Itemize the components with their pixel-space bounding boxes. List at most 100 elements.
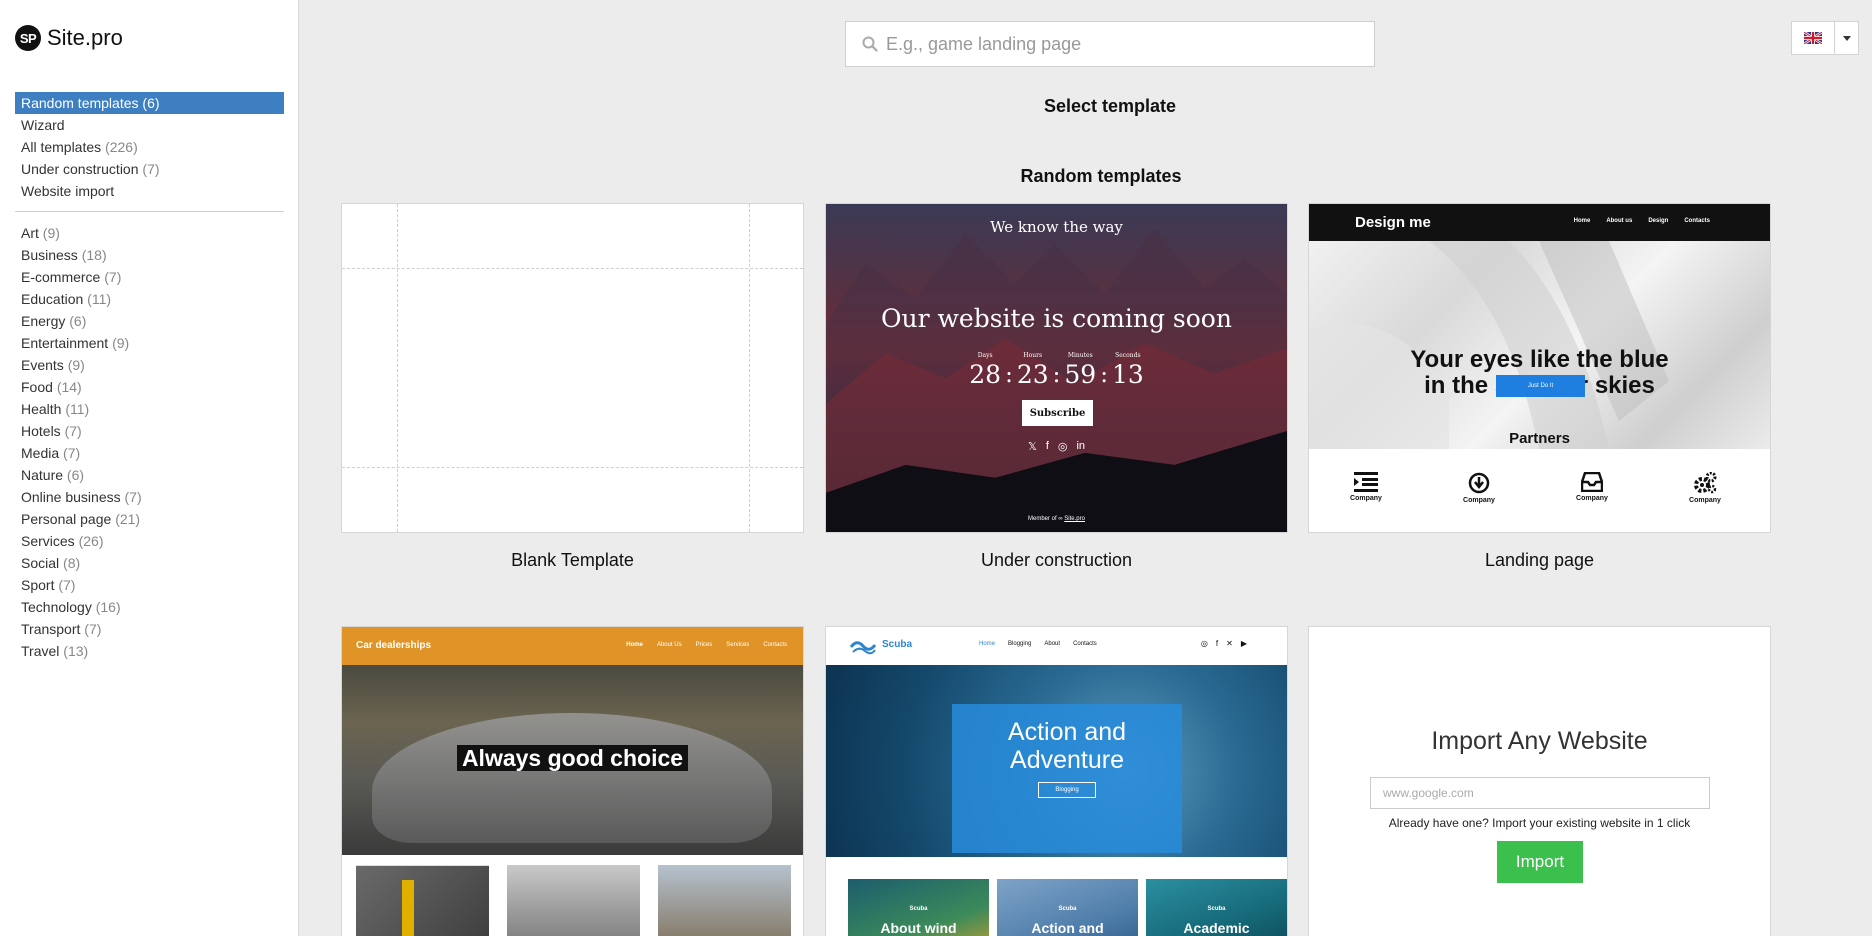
category-item-media[interactable]: Media (7) <box>15 442 284 464</box>
scuba-nav-item: Contacts <box>1073 641 1097 647</box>
search-input[interactable] <box>886 22 1366 66</box>
category-item-e-commerce[interactable]: E-commerce (7) <box>15 266 284 288</box>
category-item-energy[interactable]: Energy (6) <box>15 310 284 332</box>
category-count: (7) <box>84 621 102 637</box>
template-thumbnail[interactable] <box>341 203 804 533</box>
scuba-tile-tag: Scuba <box>1207 906 1226 912</box>
template-thumbnail[interactable]: Scuba Home Blogging About Contacts ◎ f ✕… <box>825 626 1288 936</box>
scuba-tile: Scuba Action and <box>997 879 1138 936</box>
countdown-separator: : <box>1100 362 1108 388</box>
logo-text: Site.pro <box>47 25 123 50</box>
nav-item-count: (7) <box>142 161 160 177</box>
category-item-health[interactable]: Health (11) <box>15 398 284 420</box>
category-item-business[interactable]: Business (18) <box>15 244 284 266</box>
lp-brand: Design me <box>1355 214 1431 231</box>
category-label: Technology <box>21 599 92 615</box>
category-count: (21) <box>115 511 141 527</box>
category-label: Social <box>21 555 60 571</box>
nav-item-under-construction[interactable]: Under construction (7) <box>15 158 284 180</box>
partner-item: Company <box>1336 472 1396 502</box>
select-template-title: Select template <box>1043 96 1177 116</box>
car-nav-item: Contacts <box>763 642 787 648</box>
nav-item-all-templates[interactable]: All templates (226) <box>15 136 284 158</box>
category-item-travel[interactable]: Travel (13) <box>15 640 284 662</box>
category-item-technology[interactable]: Technology (16) <box>15 596 284 618</box>
nav-item-website-import[interactable]: Website import <box>15 180 284 202</box>
partner-item: Company <box>1675 472 1735 504</box>
instagram-icon: ◎ <box>1057 441 1068 453</box>
car-brand: Car dealerships <box>356 640 432 651</box>
instagram-icon: ◎ <box>1200 639 1208 648</box>
category-label: Media <box>21 445 60 461</box>
template-card-blank[interactable]: Blank Template <box>341 203 804 570</box>
car-tile-image <box>507 865 640 936</box>
guide-line <box>749 204 750 532</box>
category-label: Food <box>21 379 53 395</box>
category-item-food[interactable]: Food (14) <box>15 376 284 398</box>
scuba-navbar: Scuba Home Blogging About Contacts ◎ f ✕… <box>826 627 1287 665</box>
indent-icon <box>1354 472 1378 492</box>
linkedin-icon: in <box>1076 440 1086 452</box>
countdown-hours: Hours 23 <box>1017 352 1049 389</box>
guide-line <box>342 467 803 468</box>
scuba-brand: Scuba <box>882 639 913 650</box>
partner-caption: Company <box>1689 497 1721 504</box>
template-thumbnail[interactable]: Car dealerships Home About Us Prices Ser… <box>341 626 804 936</box>
language-flag[interactable] <box>1792 22 1835 54</box>
language-selector[interactable] <box>1791 21 1859 55</box>
logo[interactable]: SP Site.pro <box>15 25 123 51</box>
category-item-personal-page[interactable]: Personal page (21) <box>15 508 284 530</box>
category-label: Health <box>21 401 62 417</box>
sidebar: SP Site.pro Random templates (6) Wizard … <box>0 0 299 936</box>
category-item-online-business[interactable]: Online business (7) <box>15 486 284 508</box>
import-url-input[interactable] <box>1370 777 1710 809</box>
x-icon: 𝕏 <box>1027 441 1037 453</box>
countdown-unit-label: Hours <box>1023 352 1043 359</box>
category-label: Travel <box>21 643 60 659</box>
scuba-headline-line: Adventure <box>1010 746 1124 774</box>
scuba-tile-title: Action and <box>1031 920 1104 936</box>
guide-line <box>342 268 803 269</box>
scuba-tile: Scuba About wind <box>848 879 989 936</box>
category-item-nature[interactable]: Nature (6) <box>15 464 284 486</box>
category-label: Education <box>21 291 84 307</box>
wave-logo-icon <box>850 641 876 655</box>
category-item-hotels[interactable]: Hotels (7) <box>15 420 284 442</box>
car-tile-image <box>356 865 489 936</box>
category-item-entertainment[interactable]: Entertainment (9) <box>15 332 284 354</box>
category-item-education[interactable]: Education (11) <box>15 288 284 310</box>
uc-tagline: We know the way <box>990 218 1123 236</box>
nav-item-count: (226) <box>105 139 138 155</box>
category-item-sport[interactable]: Sport (7) <box>15 574 284 596</box>
template-card-car-dealerships[interactable]: Car dealerships Home About Us Prices Ser… <box>341 626 804 936</box>
category-item-transport[interactable]: Transport (7) <box>15 618 284 640</box>
category-item-art[interactable]: Art (9) <box>15 222 284 244</box>
lp-nav-item: Design <box>1648 218 1669 224</box>
category-label: E-commerce <box>21 269 101 285</box>
template-thumbnail[interactable]: Design me Home About us Design Contacts … <box>1308 203 1771 533</box>
template-thumbnail[interactable]: We know the way Our website is coming so… <box>825 203 1288 533</box>
category-label: Art <box>21 225 39 241</box>
template-name: Blank Template <box>511 550 634 570</box>
template-card-under-construction[interactable]: We know the way Our website is coming so… <box>825 203 1288 570</box>
template-card-scuba[interactable]: Scuba Home Blogging About Contacts ◎ f ✕… <box>825 626 1288 936</box>
countdown: Days 28 : Hours 23 : Minutes 59 : Seconds 13 <box>826 352 1287 389</box>
category-item-services[interactable]: Services (26) <box>15 530 284 552</box>
scuba-nav: Home Blogging About Contacts <box>979 641 1097 647</box>
import-button[interactable]: Import <box>1497 841 1583 883</box>
scuba-hero-box: Action and Adventure Blogging <box>952 704 1182 853</box>
template-name: Landing page <box>1484 550 1595 570</box>
inbox-icon <box>1581 472 1603 492</box>
template-card-landing-page[interactable]: Design me Home About us Design Contacts … <box>1308 203 1771 570</box>
nav-item-wizard[interactable]: Wizard <box>15 114 284 136</box>
uk-flag-icon <box>1804 32 1822 44</box>
car-nav-item: Home <box>626 642 643 648</box>
partner-caption: Company <box>1576 495 1608 502</box>
category-item-social[interactable]: Social (8) <box>15 552 284 574</box>
download-circle-icon <box>1468 472 1490 494</box>
nav-item-random-templates[interactable]: Random templates (6) <box>15 92 284 114</box>
category-count: (6) <box>66 467 85 483</box>
language-dropdown-toggle[interactable] <box>1835 22 1858 54</box>
nav-item-label: Random templates <box>21 95 139 111</box>
category-item-events[interactable]: Events (9) <box>15 354 284 376</box>
